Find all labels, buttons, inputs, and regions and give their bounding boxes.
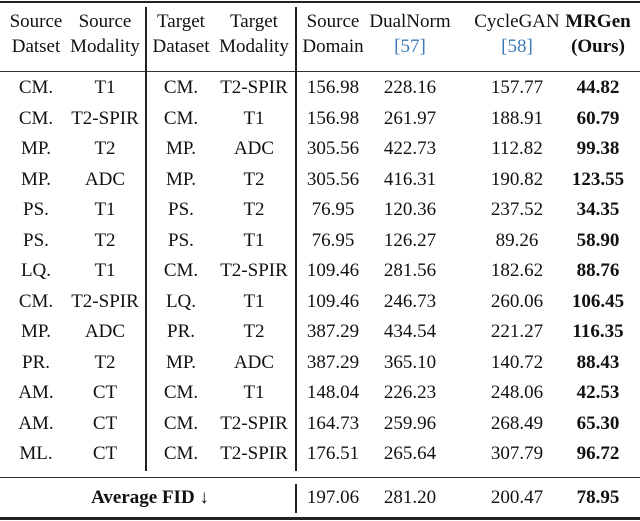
cell-mrgen: 88.76: [576, 260, 620, 281]
average-rule: [0, 477, 640, 478]
average-mrgen: 78.95: [576, 487, 620, 508]
cell-mrgen: 60.79: [576, 107, 620, 129]
header-mrgen-line1: MRGen: [565, 11, 631, 32]
cell-mrgen: 96.72: [576, 443, 620, 464]
cell-mrgen: 88.43: [576, 351, 620, 373]
cell-mrgen: 116.35: [572, 321, 624, 342]
cell-mrgen: 106.45: [571, 290, 625, 312]
bottom-rule: [0, 517, 640, 520]
cell-mrgen: 34.35: [576, 199, 620, 220]
average-fid-label: Average FID ↓: [91, 487, 209, 508]
cell-mrgen: 65.30: [576, 412, 620, 434]
cell-mrgen: 99.38: [576, 138, 620, 159]
header-rule: [0, 71, 640, 72]
cell-mrgen: 58.90: [576, 229, 620, 251]
cell-mrgen: 123.55: [571, 168, 625, 190]
header-mrgen-line2: (Ours): [571, 36, 625, 57]
cell-mrgen: 44.82: [576, 77, 620, 98]
cell-mrgen: 42.53: [576, 382, 620, 403]
top-rule: [0, 1, 640, 3]
